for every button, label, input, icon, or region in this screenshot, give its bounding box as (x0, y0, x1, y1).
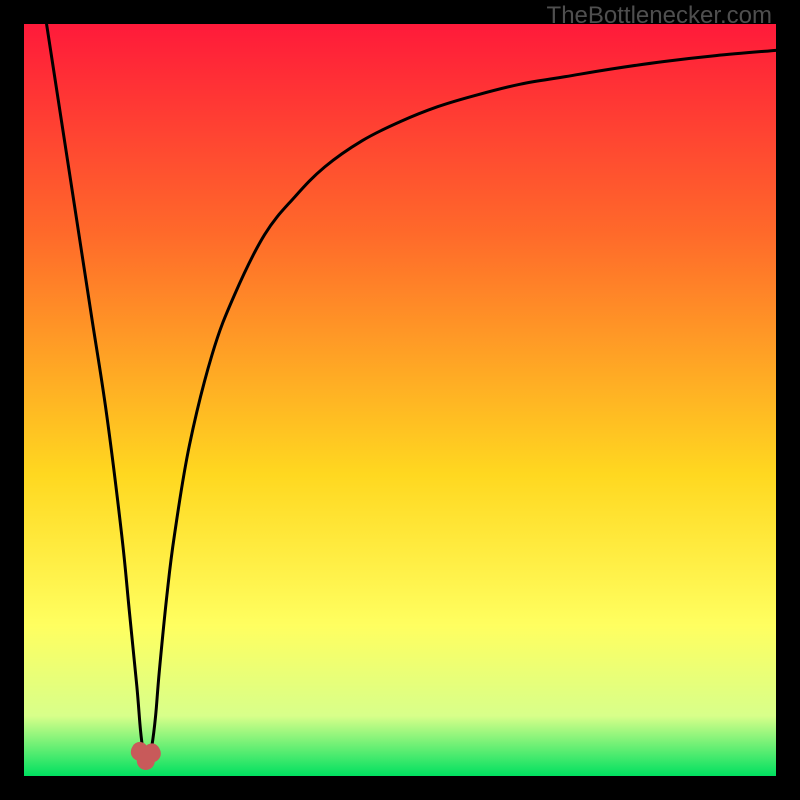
watermark-text: TheBottlenecker.com (547, 2, 772, 30)
gradient-background (24, 24, 776, 776)
min-marker-right (143, 744, 161, 762)
chart-frame (24, 24, 776, 776)
bottleneck-plot (24, 24, 776, 776)
